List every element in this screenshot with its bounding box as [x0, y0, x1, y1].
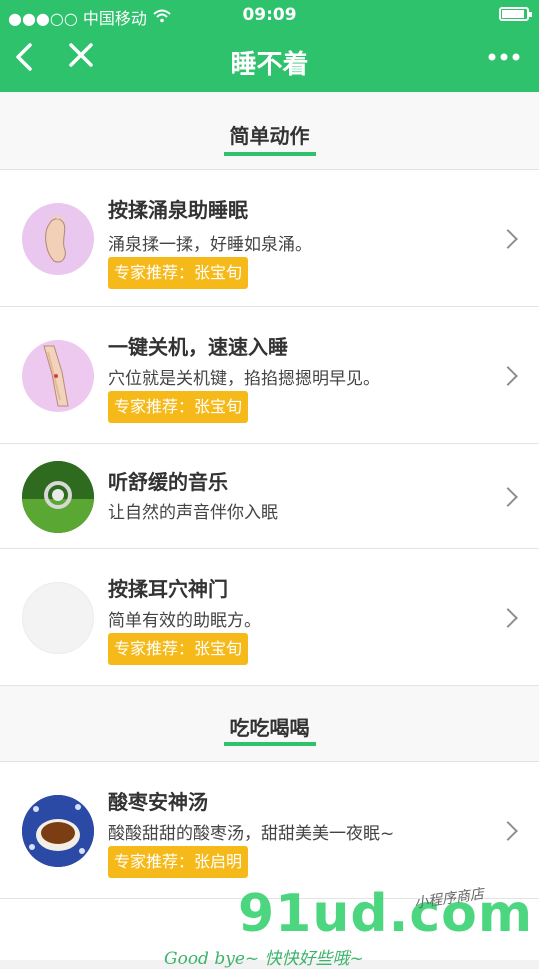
section-underline: [224, 152, 316, 156]
main-content: 简单动作 按揉涌泉助睡眠 涌泉揉一揉，好睡如泉涌。 专家推荐：张宝旬 一键关机，…: [0, 92, 539, 960]
status-bar: ●●●○○ 中国移动 09:09: [0, 0, 539, 30]
battery-icon: [499, 7, 532, 21]
foot-thumbnail: [22, 203, 94, 275]
section-title: 简单动作: [229, 124, 310, 148]
section-header: 简单动作: [0, 92, 539, 170]
item-desc: 让自然的声音伴你入眠: [108, 503, 278, 523]
item-title: 听舒缓的音乐: [108, 470, 228, 494]
footer-text: Good bye~ 快快好些哦~: [164, 949, 364, 969]
section-title: 吃吃喝喝: [229, 716, 310, 740]
section-underline: [224, 742, 316, 746]
expert-tag: 专家推荐：张宝旬: [108, 391, 249, 423]
chevron-right-icon: [498, 366, 518, 386]
page-title: 睡不着: [230, 50, 309, 80]
item-desc: 酸酸甜甜的酸枣汤，甜甜美美一夜眠~: [108, 824, 395, 844]
chevron-right-icon: [498, 229, 518, 249]
expert-tag: 专家推荐：张宝旬: [108, 257, 249, 289]
item-desc: 穴位就是关机键，掐掐摁摁明早见。: [108, 369, 380, 389]
list-item-jujube-soup[interactable]: 酸枣安神汤 酸酸甜甜的酸枣汤，甜甜美美一夜眠~ 专家推荐：张启明: [0, 762, 539, 899]
music-thumbnail: [22, 461, 94, 533]
list-item-acupoint[interactable]: 一键关机，速速入睡 穴位就是关机键，掐掐摁摁明早见。 专家推荐：张宝旬: [0, 307, 539, 444]
arm-thumbnail: [22, 340, 94, 412]
chevron-right-icon: [498, 821, 518, 841]
list-item-foot-massage[interactable]: 按揉涌泉助睡眠 涌泉揉一揉，好睡如泉涌。 专家推荐：张宝旬: [0, 170, 539, 307]
item-desc: 简单有效的助眠方。: [108, 611, 261, 631]
nav-bar: 睡不着: [0, 30, 539, 92]
item-title: 一键关机，速速入睡: [108, 335, 288, 359]
item-title: 按揉耳穴神门: [108, 577, 228, 601]
list-item-ear-point[interactable]: 按揉耳穴神门 简单有效的助眠方。 专家推荐：张宝旬: [0, 549, 539, 686]
footer: Good bye~ 快快好些哦~ 91ud.com 小程序商店: [0, 880, 539, 969]
watermark-logo: 91ud.com: [238, 884, 534, 944]
section-header: 吃吃喝喝: [0, 686, 539, 762]
chevron-right-icon: [498, 608, 518, 628]
more-icon[interactable]: [487, 42, 521, 79]
soup-thumbnail: [22, 795, 94, 867]
ear-thumbnail: [22, 582, 94, 654]
list-item-music[interactable]: 听舒缓的音乐 让自然的声音伴你入眠: [0, 444, 539, 549]
item-title: 按揉涌泉助睡眠: [108, 198, 248, 222]
item-title: 酸枣安神汤: [108, 790, 208, 814]
item-desc: 涌泉揉一揉，好睡如泉涌。: [108, 235, 312, 255]
expert-tag: 专家推荐：张启明: [108, 846, 249, 878]
chevron-right-icon: [498, 487, 518, 507]
expert-tag: 专家推荐：张宝旬: [108, 633, 249, 665]
status-time: 09:09: [242, 5, 297, 25]
